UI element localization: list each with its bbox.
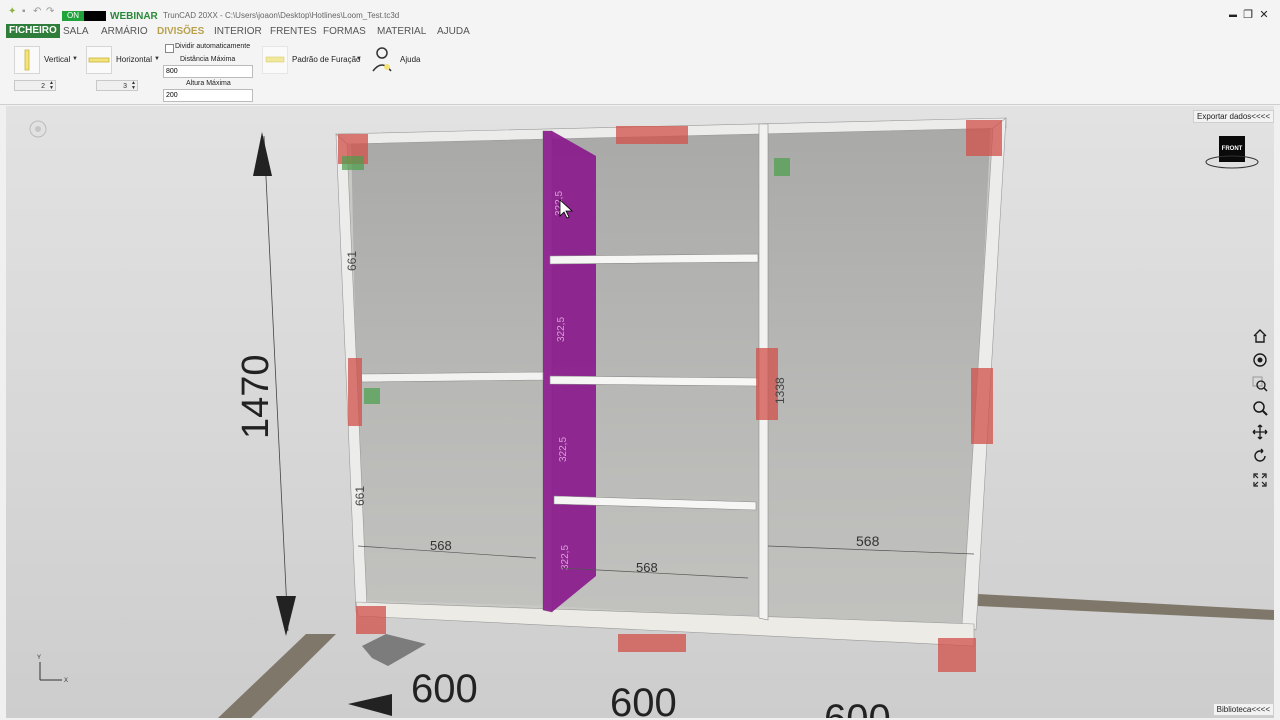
zoom-icon[interactable] <box>1252 400 1268 416</box>
maximize-button[interactable]: ❐ <box>1241 8 1255 21</box>
dimension-center-height: 1338 <box>773 377 787 404</box>
rotate-icon[interactable] <box>1252 448 1268 464</box>
hinge-marker <box>971 368 993 444</box>
vertical-division-button[interactable] <box>14 46 40 74</box>
dimension-width-2: 600 <box>610 681 677 718</box>
horizontal-division-button[interactable] <box>86 46 112 74</box>
ribbon-toolbar: Vertical ▼ 2 ▲ ▼ Horizontal ▼ 3 ▲ ▼ Dividir … <box>0 40 1280 105</box>
left-compartment <box>351 133 551 606</box>
menu-armario[interactable]: ARMÁRIO <box>101 26 148 37</box>
max-distance-label: Distância Máxima <box>180 56 236 63</box>
title-bar: ✦ ▪ ↶ ↷ ON WEBINAR TrunCAD 20XX - C:\Use… <box>0 0 1280 24</box>
dimension-purple-2: 322,5 <box>556 317 567 342</box>
vertical-dropdown-arrow-icon[interactable]: ▼ <box>72 56 78 62</box>
drill-pattern-icon <box>265 56 285 63</box>
fit-extents-icon[interactable] <box>1252 472 1268 488</box>
green-connector-marker <box>774 158 790 176</box>
dimension-left-lower: 661 <box>353 486 367 506</box>
max-height-input[interactable] <box>163 89 253 102</box>
dimension-height-total: 1470 <box>235 354 277 439</box>
vertical-division-icon <box>24 49 30 71</box>
green-connector-marker <box>342 156 364 170</box>
floor-anchor-marker <box>362 634 426 666</box>
top-connector-marker <box>616 126 688 144</box>
vertical-label[interactable]: Vertical <box>44 55 70 64</box>
axis-y-label: Y <box>37 655 41 661</box>
floor-beam-right <box>978 594 1274 620</box>
save-icon[interactable]: ▪ <box>22 6 26 17</box>
selected-divider-panel[interactable] <box>543 131 596 612</box>
pan-icon[interactable] <box>1252 424 1268 440</box>
menu-material[interactable]: MATERIAL <box>377 26 426 37</box>
3d-viewport[interactable]: 1470 661 661 1338 322,5 322,5 322,5 322,… <box>6 106 1274 718</box>
horizontal-dropdown-arrow-icon[interactable]: ▼ <box>154 56 160 62</box>
auto-split-label: Dividir automaticamente <box>175 43 251 50</box>
drill-pattern-label[interactable]: Padrão de Furação <box>292 55 361 64</box>
stepper-arrows-icon[interactable]: ▲ ▼ <box>49 81 54 91</box>
horizontal-label[interactable]: Horizontal <box>116 55 152 64</box>
dimension-width-1: 600 <box>411 667 478 711</box>
menu-formas[interactable]: FORMAS <box>323 26 366 37</box>
dimension-purple-4: 322,5 <box>560 545 571 570</box>
help-person-icon[interactable] <box>370 45 394 73</box>
drill-pattern-dropdown-arrow-icon[interactable]: ▼ <box>356 56 362 62</box>
menu-ajuda[interactable]: AJUDA <box>437 26 470 37</box>
home-icon[interactable] <box>1252 328 1268 344</box>
help-label[interactable]: Ajuda <box>400 55 420 64</box>
hinge-marker <box>966 120 1002 156</box>
height-arrow-bottom-icon <box>276 596 296 636</box>
undo-icon[interactable]: ↶ <box>33 6 41 17</box>
app-logo-icon: ✦ <box>8 6 17 17</box>
max-distance-input[interactable] <box>163 65 253 78</box>
online-label: ON <box>62 11 84 21</box>
bottom-connector-marker <box>618 634 686 652</box>
menu-interior[interactable]: INTERIOR <box>214 26 262 37</box>
horizontal-division-icon <box>88 57 110 63</box>
max-height-label: Altura Máxima <box>186 80 231 87</box>
dimension-left-upper: 661 <box>345 251 359 271</box>
left-shelf <box>360 371 544 383</box>
hinge-marker <box>348 358 362 426</box>
middle-shelf-2 <box>549 375 759 387</box>
window-title: TrunCAD 20XX - C:\Users\joaon\Desktop\Ho… <box>163 11 400 20</box>
dimension-depth-left: 568 <box>430 538 452 553</box>
hinge-marker <box>356 606 386 634</box>
orbit-icon[interactable] <box>1252 352 1268 368</box>
dimension-width-3: 600 <box>824 697 891 718</box>
auto-split-checkbox[interactable] <box>165 44 174 53</box>
eye-icon[interactable] <box>29 120 47 138</box>
webinar-link[interactable]: WEBINAR <box>110 11 158 22</box>
dimension-purple-3: 322,5 <box>558 437 569 462</box>
floor-beam-left <box>218 634 336 718</box>
drill-pattern-button[interactable] <box>262 46 288 74</box>
horizontal-count-stepper[interactable]: 3 ▲ ▼ <box>96 80 138 91</box>
minimize-button[interactable]: ▬ <box>1226 10 1240 19</box>
dimension-depth-right: 568 <box>856 533 880 549</box>
library-tab[interactable]: Biblioteca<<<< <box>1212 703 1274 716</box>
menu-ficheiro[interactable]: FICHEIRO <box>6 24 60 38</box>
redo-icon[interactable]: ↷ <box>46 6 54 17</box>
height-arrow-top-icon <box>253 132 272 176</box>
middle-shelf-1 <box>549 253 759 265</box>
hinge-marker <box>938 638 976 672</box>
online-toggle[interactable]: ON <box>62 11 106 21</box>
width-arrow-icon <box>348 694 392 716</box>
horizontal-count-value: 3 <box>123 83 127 90</box>
export-data-tab[interactable]: Exportar dados<<<< <box>1193 110 1274 123</box>
zoom-window-icon[interactable] <box>1252 376 1268 392</box>
dimension-depth-mid: 568 <box>636 560 658 575</box>
menu-divisoes[interactable]: DIVISÕES <box>157 26 204 37</box>
green-connector-marker <box>364 388 380 404</box>
view-cube[interactable]: FRONT <box>1205 132 1259 172</box>
vertical-count-value: 2 <box>41 83 45 90</box>
menu-frentes[interactable]: FRENTES <box>270 26 317 37</box>
close-button[interactable]: ✕ <box>1257 8 1271 21</box>
cabinet-3d-scene[interactable]: 1470 661 661 1338 322,5 322,5 322,5 322,… <box>6 106 1274 718</box>
axis-x-label: X <box>64 678 68 684</box>
menu-sala[interactable]: SALA <box>63 26 89 37</box>
stepper-arrows-icon[interactable]: ▲ ▼ <box>131 81 136 91</box>
view-cube-ring-icon[interactable] <box>1205 132 1259 172</box>
menu-bar: FICHEIRO SALA ARMÁRIO DIVISÕES INTERIOR … <box>0 24 1280 40</box>
vertical-count-stepper[interactable]: 2 ▲ ▼ <box>14 80 56 91</box>
